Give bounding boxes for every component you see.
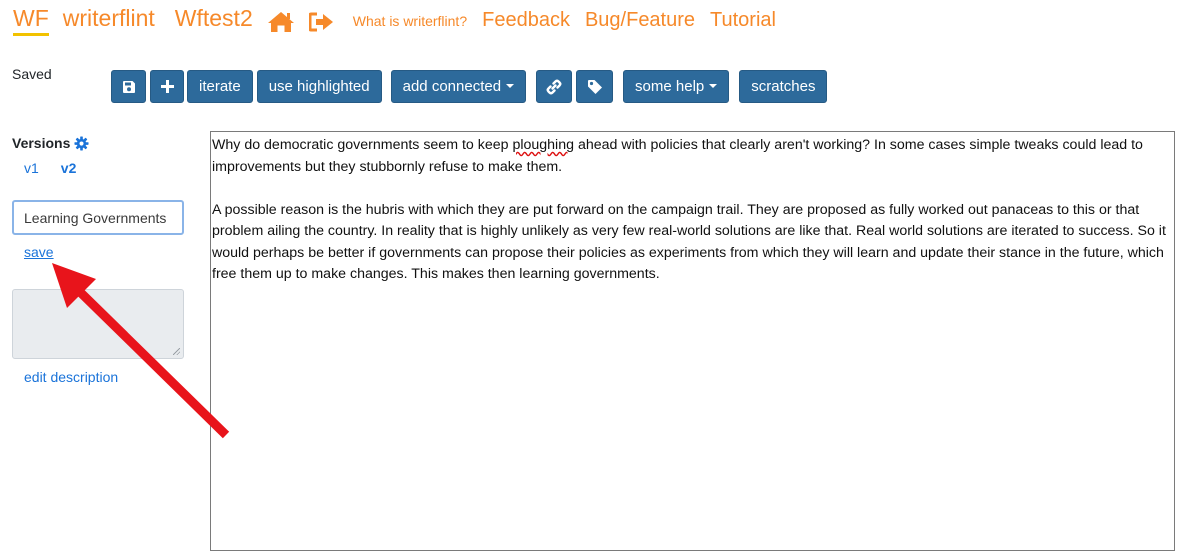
editor-paragraph: A possible reason is the hubris with whi…: [212, 200, 1173, 286]
editor-paragraph: Why do democratic governments seem to ke…: [212, 135, 1173, 178]
use-highlighted-button[interactable]: use highlighted: [256, 70, 382, 103]
description-textarea[interactable]: [12, 289, 184, 359]
sign-out-icon[interactable]: [308, 12, 335, 32]
save-status: Saved: [12, 66, 52, 82]
paragraph-text: Why do democratic governments seem to ke…: [212, 137, 513, 153]
version-title-input[interactable]: [12, 200, 184, 235]
what-is-link[interactable]: What is writerflint?: [353, 13, 467, 29]
caret-down-icon: [506, 83, 515, 88]
misspelled-word: ploughing: [512, 137, 574, 153]
save-title-link[interactable]: save: [24, 244, 54, 260]
tag-button[interactable]: [576, 70, 614, 103]
versions-sidebar: Versions v1 v2 save edit description: [12, 132, 187, 385]
tutorial-link[interactable]: Tutorial: [710, 9, 776, 32]
add-connected-label: add connected: [402, 78, 502, 95]
link-button[interactable]: [536, 70, 573, 103]
project-link[interactable]: Wftest2: [175, 5, 253, 32]
document-editor[interactable]: Why do democratic governments seem to ke…: [210, 131, 1175, 551]
some-help-label: some help: [635, 78, 705, 95]
versions-list: v1 v2: [12, 160, 187, 176]
link-icon: [546, 79, 562, 94]
scratches-button[interactable]: scratches: [739, 70, 828, 103]
version-link-v2[interactable]: v2: [61, 160, 77, 176]
home-icon[interactable]: [267, 11, 295, 33]
logo-link[interactable]: WF: [13, 4, 49, 36]
gear-icon[interactable]: [74, 135, 89, 151]
versions-title: Versions: [12, 135, 71, 151]
toolbar: iterate use highlighted add connected so…: [111, 70, 828, 103]
edit-description-link[interactable]: edit description: [24, 369, 118, 385]
save-button[interactable]: [111, 70, 146, 103]
tag-icon: [587, 79, 602, 94]
versions-header: Versions: [12, 132, 187, 154]
add-button[interactable]: [150, 70, 184, 103]
paragraph-text: A possible reason is the hubris with whi…: [212, 201, 1166, 283]
caret-down-icon: [709, 83, 718, 88]
version-link-v1[interactable]: v1: [24, 160, 39, 176]
some-help-dropdown[interactable]: some help: [623, 70, 730, 103]
feedback-link[interactable]: Feedback: [482, 9, 570, 32]
top-nav: WF writerflint Wftest2 What is writerfli…: [13, 4, 776, 40]
floppy-disk-icon: [122, 80, 135, 93]
resize-grip-icon[interactable]: [173, 348, 180, 355]
iterate-button[interactable]: iterate: [187, 70, 253, 103]
add-connected-dropdown[interactable]: add connected: [390, 70, 527, 103]
plus-icon: [160, 80, 174, 93]
bug-feature-link[interactable]: Bug/Feature: [585, 9, 695, 32]
brand-link[interactable]: writerflint: [63, 5, 155, 32]
